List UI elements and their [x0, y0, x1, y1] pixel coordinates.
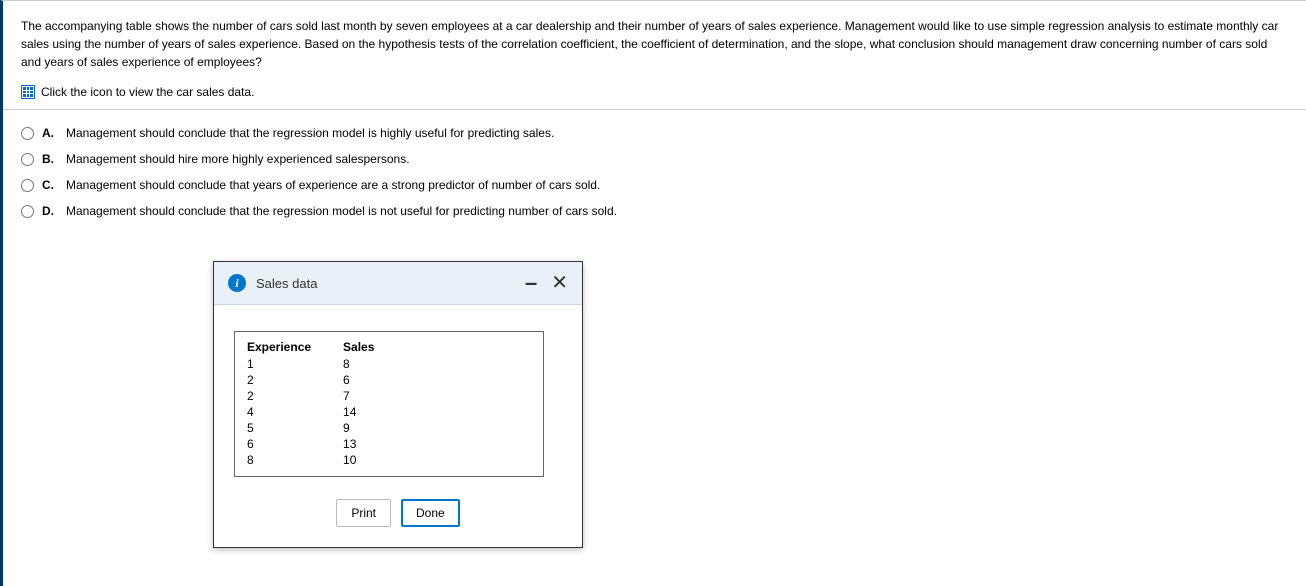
table-row: 18 [245, 356, 404, 372]
table-cell: 4 [245, 404, 341, 420]
table-row: 59 [245, 420, 404, 436]
table-row: 26 [245, 372, 404, 388]
table-cell: 5 [245, 420, 341, 436]
choices-list: A. Management should conclude that the re… [3, 110, 1306, 242]
info-icon: i [228, 274, 246, 292]
data-box: ExperienceSales 18262741459613810 [234, 331, 544, 477]
table-header-row: ExperienceSales [245, 340, 404, 356]
table-cell: 13 [341, 436, 404, 452]
table-cell: 8 [341, 356, 404, 372]
table-cell: 8 [245, 452, 341, 468]
choice-radio[interactable] [21, 127, 34, 140]
view-data-link[interactable]: Click the icon to view the car sales dat… [21, 85, 1288, 99]
choice-row: B. Management should hire more highly exp… [21, 150, 1288, 168]
modal-title: Sales data [256, 276, 317, 291]
modal-footer: Print Done [214, 487, 582, 547]
sales-data-table: ExperienceSales 18262741459613810 [245, 340, 404, 468]
table-row: 613 [245, 436, 404, 452]
table-row: 810 [245, 452, 404, 468]
question-area: The accompanying table shows the number … [3, 1, 1306, 110]
choice-row: C. Management should conclude that years … [21, 176, 1288, 194]
choice-text: Management should hire more highly exper… [66, 150, 410, 168]
done-button[interactable]: Done [401, 499, 460, 527]
print-button[interactable]: Print [336, 499, 391, 527]
sales-data-modal: i Sales data – ✕ ExperienceSales 1826274… [213, 261, 583, 548]
table-cell: 1 [245, 356, 341, 372]
choice-letter: C. [42, 176, 58, 194]
choice-radio[interactable] [21, 205, 34, 218]
choice-letter: A. [42, 124, 58, 142]
choice-radio[interactable] [21, 179, 34, 192]
table-cell: 2 [245, 388, 341, 404]
choice-text: Management should conclude that the regr… [66, 124, 554, 142]
table-cell: 6 [245, 436, 341, 452]
table-row: 27 [245, 388, 404, 404]
close-icon[interactable]: ✕ [551, 275, 568, 291]
choice-radio[interactable] [21, 153, 34, 166]
table-cell: 9 [341, 420, 404, 436]
table-cell: 6 [341, 372, 404, 388]
choice-row: D. Management should conclude that the re… [21, 202, 1288, 220]
choice-row: A. Management should conclude that the re… [21, 124, 1288, 142]
choice-text: Management should conclude that years of… [66, 176, 600, 194]
table-cell: 7 [341, 388, 404, 404]
choice-letter: B. [42, 150, 58, 168]
table-icon [21, 85, 35, 99]
view-data-text: Click the icon to view the car sales dat… [41, 85, 254, 99]
table-cell: 2 [245, 372, 341, 388]
choice-letter: D. [42, 202, 58, 220]
choice-text: Management should conclude that the regr… [66, 202, 617, 220]
table-row: 414 [245, 404, 404, 420]
modal-body: ExperienceSales 18262741459613810 [214, 305, 582, 487]
table-header-cell: Experience [245, 340, 341, 356]
table-body: 18262741459613810 [245, 356, 404, 468]
table-cell: 10 [341, 452, 404, 468]
modal-header: i Sales data – ✕ [214, 262, 582, 305]
table-cell: 14 [341, 404, 404, 420]
table-header-cell: Sales [341, 340, 404, 356]
minimize-icon[interactable]: – [525, 280, 537, 287]
question-prompt: The accompanying table shows the number … [21, 17, 1288, 71]
